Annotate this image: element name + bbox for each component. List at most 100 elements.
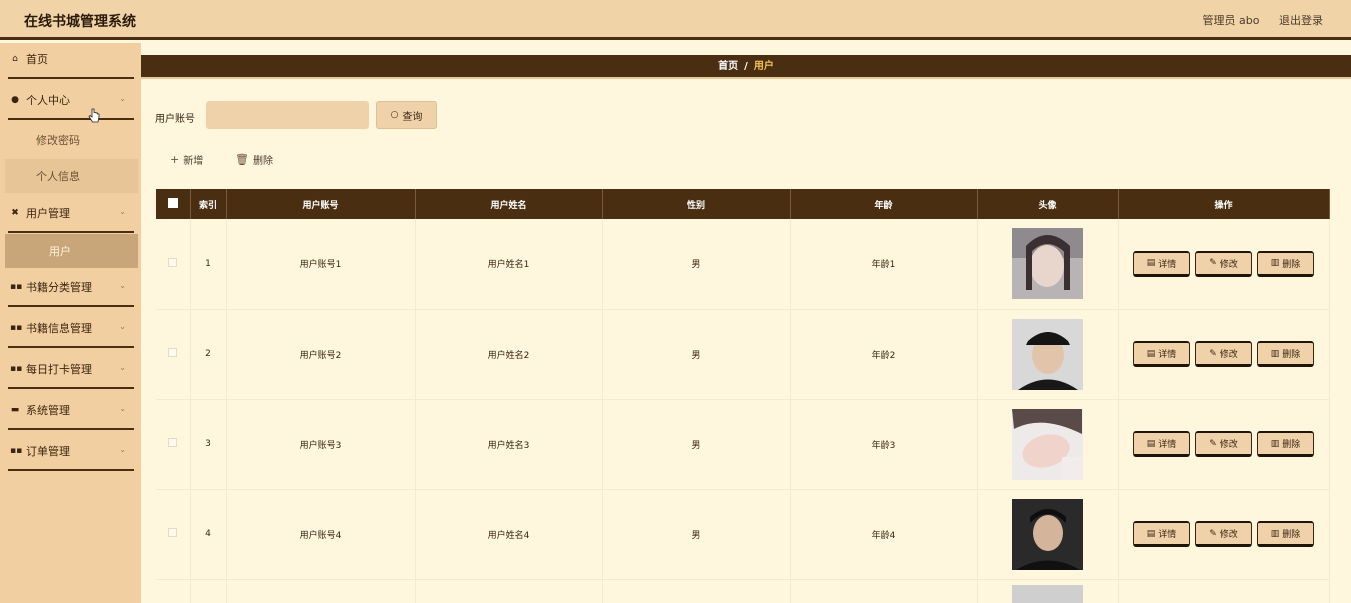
edit-button-label: 修改 (1219, 440, 1238, 450)
sidebar-item-label: 每日打卡管理 (26, 363, 92, 376)
add-button[interactable]: + 新增 (170, 152, 203, 167)
users-icon: ✖ (11, 208, 19, 218)
cell-name: 用户姓名4 (415, 489, 603, 580)
edit-button[interactable]: ✎ 修改 (1195, 250, 1252, 277)
sidebar-item-order-management[interactable]: ▪▪ 订单管理 ⌄ (8, 433, 134, 471)
chevron-down-icon: ⌄ (119, 445, 126, 454)
delete-button-label: 删除 (1282, 440, 1301, 450)
sidebar-subitem-change-password[interactable]: 修改密码 (5, 123, 138, 157)
cell-index: 1 (190, 219, 227, 310)
cell-index: 3 (190, 399, 227, 490)
search-input[interactable] (206, 101, 369, 129)
avatar (1012, 498, 1083, 570)
pencil-icon: ✎ (1209, 348, 1217, 359)
cell-gender: 男 (602, 219, 791, 310)
sidebar-item-system-management[interactable]: ▬ 系统管理 ⌄ (8, 392, 134, 430)
breadcrumb-home[interactable]: 首页 (718, 61, 738, 72)
edit-button-label: 修改 (1219, 530, 1238, 540)
sidebar-item-personal-center[interactable]: ● 个人中心 ⌄ (8, 82, 134, 120)
app-title: 在线书城管理系统 (24, 14, 136, 30)
delete-button[interactable]: ▥ 删除 (1257, 341, 1314, 367)
row-checkbox[interactable] (168, 528, 178, 537)
chevron-down-icon: ⌄ (119, 322, 126, 331)
sidebar-item-label: 书籍信息管理 (26, 322, 92, 335)
cell-name: 用户姓名1 (415, 219, 603, 310)
edit-button[interactable]: ✎ 修改 (1195, 521, 1252, 547)
grid-icon: ▪▪ (10, 282, 23, 292)
detail-button[interactable]: ▤ 详情 (1133, 250, 1190, 277)
trash-icon: ▥ (1270, 348, 1280, 359)
sidebar-item-label: 首页 (26, 53, 48, 66)
sidebar-item-book-category[interactable]: ▪▪ 书籍分类管理 ⌄ (8, 269, 134, 307)
top-right-area: 管理员 abo 退出登录 (1187, 12, 1323, 28)
logout-link[interactable]: 退出登录 (1279, 14, 1323, 27)
cell-age: 年龄1 (790, 219, 978, 310)
trash-icon: ▥ (1270, 528, 1280, 539)
top-bar: 在线书城管理系统 管理员 abo 退出登录 (0, 0, 1351, 40)
sidebar: ⌂ 首页 ● 个人中心 ⌄ 修改密码 个人信息 ✖ 用户管理 ⌄ 用户 ▪▪ 书… (0, 43, 141, 603)
pencil-icon: ✎ (1209, 438, 1217, 449)
column-header-account: 用户账号 (226, 189, 416, 219)
home-icon: ⌂ (12, 54, 18, 64)
sidebar-subitem-user[interactable]: 用户 (5, 234, 138, 268)
grid-icon: ▪▪ (10, 323, 23, 333)
search-button[interactable]: ○ 查询 (376, 101, 437, 129)
detail-button-label: 详情 (1158, 350, 1177, 360)
table-row: 2 用户账号2 用户姓名2 男 年龄2 ▤ 详情 ✎ 修改 ▥ 删除 (156, 309, 1330, 400)
cell-account: 用户账号3 (226, 399, 416, 490)
cell-index: 4 (190, 489, 227, 580)
bulk-delete-button[interactable]: 🗑 删除 (235, 152, 273, 167)
chevron-down-icon: ⌄ (119, 207, 126, 216)
cell-name: 用户姓名2 (415, 309, 603, 400)
table-row: 3 用户账号3 用户姓名3 男 年龄3 ▤ 详情 ✎ 修改 ▥ 删除 (156, 399, 1330, 490)
column-header-name: 用户姓名 (415, 189, 603, 219)
detail-button[interactable]: ▤ 详情 (1133, 521, 1190, 547)
delete-button-label: 删除 (1282, 350, 1301, 360)
sidebar-item-user-management[interactable]: ✖ 用户管理 ⌄ (8, 195, 134, 233)
main-content: 首页 / 用户 用户账号 ○ 查询 + 新增 🗑 删除 索引 用户账号 用户姓名 (141, 43, 1351, 603)
delete-button[interactable]: ▥ 删除 (1257, 431, 1314, 457)
table-row: 4 用户账号4 用户姓名4 男 年龄4 ▤ 详情 ✎ 修改 ▥ 删除 (156, 489, 1330, 580)
breadcrumb: 首页 / 用户 (141, 55, 1351, 79)
search-icon: ○ (390, 110, 399, 120)
search-label: 用户账号 (155, 114, 195, 125)
delete-button-label: 删除 (1282, 530, 1301, 540)
avatar (1012, 318, 1083, 390)
edit-button[interactable]: ✎ 修改 (1195, 341, 1252, 367)
select-all-cell[interactable] (156, 189, 191, 219)
table-row (156, 579, 1330, 603)
add-button-label: 新增 (183, 156, 204, 167)
cell-age: 年龄3 (790, 399, 978, 490)
sidebar-subitem-personal-info[interactable]: 个人信息 (5, 159, 138, 193)
column-header-ops: 操作 (1118, 189, 1330, 219)
select-all-checkbox[interactable] (167, 197, 178, 208)
bulk-delete-label: 删除 (252, 156, 273, 167)
row-checkbox[interactable] (168, 257, 178, 267)
table-header-row: 索引 用户账号 用户姓名 性别 年龄 头像 操作 (156, 189, 1330, 219)
row-checkbox[interactable] (168, 348, 178, 357)
breadcrumb-current: 用户 (753, 61, 774, 72)
cell-account: 用户账号2 (226, 309, 416, 400)
detail-button[interactable]: ▤ 详情 (1133, 431, 1190, 457)
cell-gender: 男 (602, 309, 791, 400)
sidebar-item-book-info[interactable]: ▪▪ 书籍信息管理 ⌄ (8, 310, 134, 348)
document-icon: ▤ (1146, 258, 1156, 269)
sidebar-item-home[interactable]: ⌂ 首页 (8, 41, 134, 79)
delete-button[interactable]: ▥ 删除 (1257, 250, 1314, 277)
column-header-age: 年龄 (790, 189, 978, 219)
delete-button[interactable]: ▥ 删除 (1257, 521, 1314, 547)
table-row: 1 用户账号1 用户姓名1 男 年龄1 ▤ 详情 ✎ 修改 ▥ 删除 (156, 219, 1330, 310)
avatar (1012, 228, 1083, 300)
sidebar-item-daily-checkin[interactable]: ▪▪ 每日打卡管理 ⌄ (8, 351, 134, 389)
cell-account: 用户账号1 (226, 219, 416, 310)
admin-label: 管理员 abo (1202, 14, 1260, 27)
hand-cursor-icon (88, 108, 100, 123)
sidebar-item-label: 订单管理 (26, 445, 70, 458)
detail-button-label: 详情 (1158, 440, 1177, 450)
chevron-down-icon: ⌄ (119, 281, 126, 290)
avatar (1012, 408, 1083, 480)
edit-button[interactable]: ✎ 修改 (1195, 431, 1252, 457)
edit-button-label: 修改 (1219, 259, 1238, 270)
detail-button[interactable]: ▤ 详情 (1133, 341, 1190, 367)
row-checkbox[interactable] (168, 438, 178, 447)
